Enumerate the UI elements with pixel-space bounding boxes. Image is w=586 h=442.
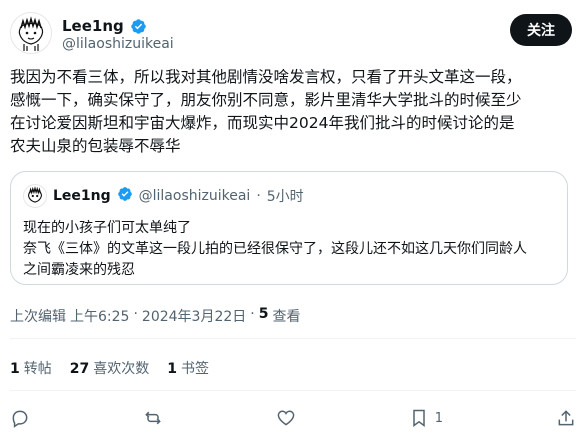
reply-icon: [12, 410, 28, 428]
repost-button[interactable]: [143, 408, 163, 428]
avatar[interactable]: [10, 12, 52, 54]
display-name[interactable]: Lee1ng: [62, 16, 124, 36]
name-row: Lee1ng: [62, 16, 147, 36]
views-count: 5: [258, 306, 269, 322]
meta-separator: ·: [133, 306, 138, 322]
bookmarks-count: 1: [167, 361, 177, 377]
repost-icon: [145, 411, 161, 425]
meta-separator: ·: [250, 306, 255, 322]
engagement-stats: 1 转帖 27 喜欢次数 1 书签: [10, 358, 209, 378]
reposts-label: 转帖: [23, 361, 52, 377]
reposts-count: 1: [10, 361, 20, 377]
quoted-verified-badge-icon: [117, 186, 133, 206]
divider: [10, 338, 576, 339]
bookmarks-stat[interactable]: 1 书签: [167, 358, 209, 378]
reposts-stat[interactable]: 1 转帖: [10, 358, 52, 378]
quoted-handle: @lilaoshizuikeai: [138, 188, 251, 204]
post-time[interactable]: 上午6:25: [70, 306, 129, 326]
post-text: 我因为不看三体，所以我对其他剧情没啥发言权，只看了开头文革这一段， 感慨一下，确…: [10, 68, 522, 155]
bookmarks-label: 书签: [180, 361, 209, 377]
bookmark-button[interactable]: 1: [409, 408, 443, 428]
tweet-header: Lee1ng @lilaoshizuikeai 关注: [10, 10, 572, 56]
follow-button[interactable]: 关注: [510, 14, 572, 46]
quoted-avatar-illustration-icon: [24, 185, 46, 207]
bookmark-count: 1: [434, 410, 444, 426]
likes-count: 27: [69, 361, 90, 377]
verified-badge-icon[interactable]: [130, 18, 147, 35]
share-icon: [558, 410, 574, 426]
quoted-tweet-text: 现在的小孩子们可太单纯了 奈飞《三体》的文革这一段儿拍的已经很保守了，这段儿还不…: [23, 220, 527, 278]
action-bar: 1: [10, 402, 576, 434]
like-button[interactable]: [276, 408, 296, 428]
heart-icon: [277, 410, 295, 426]
avatar-illustration-icon: [11, 13, 51, 53]
quoted-avatar: [23, 184, 47, 208]
post-date[interactable]: 2024年3月22日: [142, 306, 246, 326]
quoted-timestamp[interactable]: 5小时: [267, 186, 304, 206]
likes-label: 喜欢次数: [93, 361, 150, 377]
quoted-tweet[interactable]: Lee1ng @lilaoshizuikeai · 5小时 现在的小孩子们可太单…: [10, 171, 568, 285]
tweet-detail: Lee1ng @lilaoshizuikeai 关注 我因为不看三体，所以我对其…: [0, 0, 586, 442]
views-label: 查看: [272, 309, 301, 325]
share-button[interactable]: [556, 408, 576, 428]
bookmark-icon: [413, 409, 425, 427]
quoted-separator: ·: [256, 188, 261, 204]
likes-stat[interactable]: 27 喜欢次数: [70, 358, 149, 378]
edited-label[interactable]: 上次编辑: [10, 306, 66, 326]
handle[interactable]: @lilaoshizuikeai: [62, 36, 174, 52]
quoted-tweet-header: Lee1ng @lilaoshizuikeai · 5小时: [23, 184, 304, 208]
reply-button[interactable]: [10, 408, 30, 428]
quoted-display-name: Lee1ng: [53, 188, 111, 204]
divider: [10, 390, 576, 391]
tweet-meta: 上次编辑 上午6:25 · 2024年3月22日 · 5 查看: [10, 306, 300, 326]
